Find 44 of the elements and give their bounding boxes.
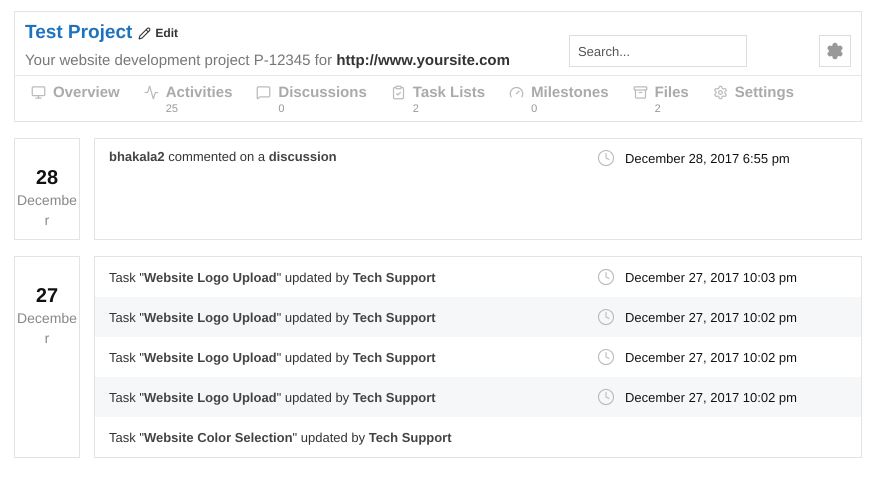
nav-tab[interactable]: Milestones 0 <box>509 84 609 115</box>
nav-tab[interactable]: Settings <box>712 84 794 101</box>
day-number: 28 <box>36 167 58 190</box>
tab-count: 25 <box>166 103 179 115</box>
pencil-icon <box>138 26 152 40</box>
speech-bubble-icon <box>256 85 272 100</box>
activity-text: Task "Website Logo Upload" updated by Tech Support <box>109 270 437 284</box>
nav-tab[interactable]: Files 2 <box>632 84 689 115</box>
activity-time: December 27, 2017 10:02 pm <box>625 310 797 324</box>
activity-text: Task "Website Logo Upload" updated by Tech Support <box>109 390 437 404</box>
activity-time: December 27, 2017 10:02 pm <box>625 350 797 364</box>
project-description: Your website development project P-12345 for http://www.yoursite.com <box>25 52 511 69</box>
nav-tab[interactable]: Discussions 0 <box>256 84 367 115</box>
month-name: December <box>16 191 78 230</box>
day-number: 27 <box>36 285 58 308</box>
clock-icon <box>597 308 615 326</box>
tab-count: 2 <box>654 103 662 115</box>
tab-count: 0 <box>531 103 538 115</box>
settings-button[interactable] <box>819 35 851 67</box>
nav-tab[interactable]: Task Lists 2 <box>390 84 486 115</box>
pulse-chart-icon <box>144 85 159 100</box>
nav-tab[interactable]: Activities 25 <box>144 84 232 115</box>
clock-icon <box>597 388 615 406</box>
search-field[interactable]: Search... <box>569 35 747 67</box>
activity-time: December 28, 2017 6:55 pm <box>625 150 790 166</box>
tab-count: 2 <box>412 103 420 115</box>
clock-icon <box>597 348 615 366</box>
project-title: Test Project <box>25 22 132 44</box>
clock-icon <box>597 268 615 286</box>
activity-time: December 27, 2017 10:03 pm <box>625 270 797 284</box>
activity-text: Task "Website Logo Upload" updated by Tech Support <box>109 310 437 324</box>
activity-text: Task "Website Logo Upload" updated by Tech Support <box>109 350 437 364</box>
nav-tab[interactable]: Overview <box>31 84 120 101</box>
activity-time: December 27, 2017 10:02 pm <box>625 390 797 404</box>
monitor-icon <box>31 85 46 100</box>
edit-link[interactable]: Edit <box>138 26 178 40</box>
archive-box-icon <box>632 85 648 100</box>
tab-count: 0 <box>278 103 286 115</box>
activity-text: bhakala2 commented on a discussion <box>109 149 338 164</box>
gauge-icon <box>509 85 524 100</box>
activity-text: Task "Website Color Selection" updated by Tech Support <box>109 430 453 444</box>
clock-icon <box>597 149 615 167</box>
month-name: December <box>16 309 78 348</box>
clipboard-icon <box>390 85 406 100</box>
